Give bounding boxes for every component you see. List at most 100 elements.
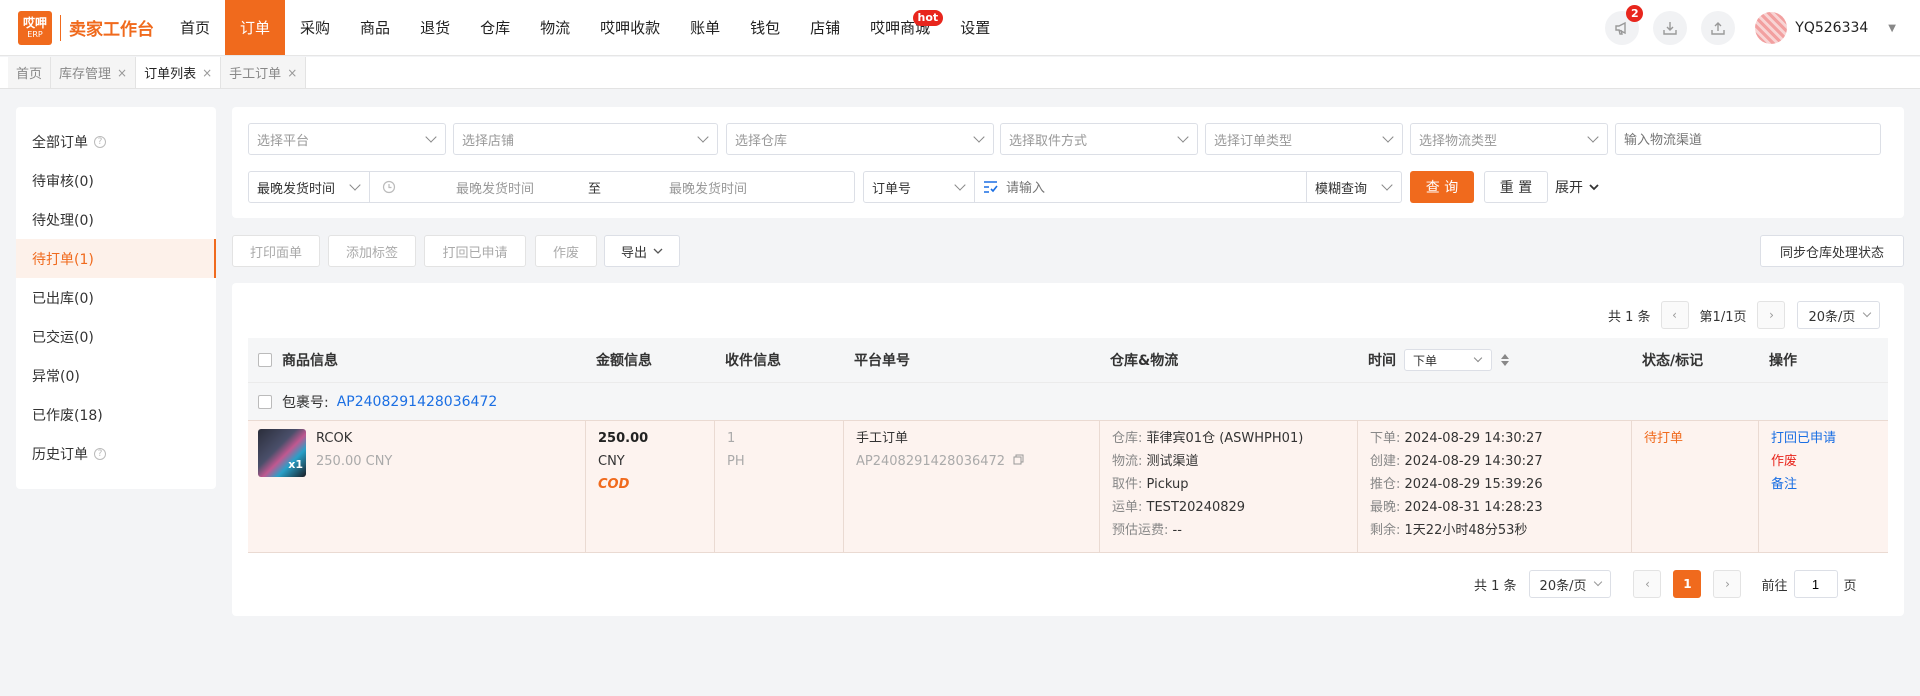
top-pagination: 共 1 条 ‹ 第1/1页 › 20条/页 xyxy=(1608,301,1881,329)
nav-logistics[interactable]: 物流 xyxy=(525,0,585,55)
order-type-select[interactable]: 选择订单类型 xyxy=(1205,123,1403,155)
sidebar-item-voided[interactable]: 已作废(18) xyxy=(16,395,216,434)
page-size-select[interactable]: 20条/页 xyxy=(1797,301,1881,329)
select-placeholder: 选择仓库 xyxy=(735,133,788,149)
prev-page-button[interactable]: ‹ xyxy=(1633,570,1662,598)
brand[interactable]: 哎呷 ERP 卖家工作台 xyxy=(0,0,165,55)
search-input[interactable] xyxy=(1006,179,1286,195)
warehouse-cell: 仓库: 菲律宾01仓 (ASWHPH01) 物流: 测试渠道 取件: Picku… xyxy=(1100,421,1358,552)
select-placeholder: 选择订单类型 xyxy=(1214,133,1293,149)
package-checkbox[interactable] xyxy=(258,394,272,409)
sidebar-item-handed-over[interactable]: 已交运(0) xyxy=(16,317,216,356)
match-mode-select[interactable]: 模糊查询 xyxy=(1306,171,1402,203)
goto-page-input[interactable] xyxy=(1793,570,1838,598)
logistics-channel-input[interactable] xyxy=(1615,123,1881,155)
package-number-link[interactable]: AP2408291428036472 xyxy=(337,394,498,410)
sort-icon[interactable] xyxy=(1500,352,1510,368)
help-icon[interactable]: ? xyxy=(94,135,106,148)
date-range-picker[interactable]: 最晚发货时间 至 最晚发货时间 xyxy=(369,171,855,203)
nav-shops[interactable]: 店铺 xyxy=(795,0,855,55)
copy-icon[interactable] xyxy=(1013,454,1024,465)
nav-returns[interactable]: 退货 xyxy=(405,0,465,55)
next-page-button[interactable]: › xyxy=(1757,301,1786,329)
search-input-wrap[interactable] xyxy=(974,171,1307,203)
download-button[interactable] xyxy=(1653,11,1688,45)
sidebar-item-shipped-out[interactable]: 已出库(0) xyxy=(16,278,216,317)
sidebar-item-all[interactable]: 全部订单 ? xyxy=(16,122,216,161)
chevron-down-icon xyxy=(425,131,437,143)
next-page-button[interactable]: › xyxy=(1713,570,1742,598)
username[interactable]: YQ526334 xyxy=(1795,20,1868,36)
nav-mall[interactable]: 哎呷商城 hot xyxy=(855,0,945,55)
nav-warehouse[interactable]: 仓库 xyxy=(465,0,525,55)
tab-home[interactable]: 首页 xyxy=(8,57,52,88)
chevron-down-icon xyxy=(1594,577,1603,587)
close-icon[interactable]: × xyxy=(117,66,127,80)
shop-select[interactable]: 选择店铺 xyxy=(453,123,718,155)
batch-list-icon[interactable] xyxy=(983,180,998,194)
tab-label: 首页 xyxy=(16,67,43,82)
void-button[interactable]: 作废 xyxy=(535,235,597,267)
sidebar-item-pending-process[interactable]: 待处理(0) xyxy=(16,200,216,239)
announcement-button[interactable]: 2 xyxy=(1605,5,1644,45)
deadline-time: 2024-08-31 14:28:23 xyxy=(1404,500,1543,515)
nav-orders[interactable]: 订单 xyxy=(225,0,286,55)
query-button[interactable]: 查 询 xyxy=(1410,171,1474,203)
tab-order-list[interactable]: 订单列表 × xyxy=(136,57,222,88)
sync-warehouse-status-button[interactable]: 同步仓库处理状态 xyxy=(1760,235,1904,267)
help-icon[interactable]: ? xyxy=(94,447,106,460)
receiver-country: PH xyxy=(727,454,745,469)
sidebar-item-exception[interactable]: 异常(0) xyxy=(16,356,216,395)
page-size-select[interactable]: 20条/页 xyxy=(1528,570,1612,598)
upload-button[interactable] xyxy=(1701,11,1736,45)
page-tabs: 首页 库存管理 × 订单列表 × 手工订单 × xyxy=(0,57,1920,89)
add-tag-button[interactable]: 添加标签 xyxy=(328,235,416,267)
platform-select[interactable]: 选择平台 xyxy=(248,123,446,155)
megaphone-icon xyxy=(1615,21,1626,35)
sidebar-item-history[interactable]: 历史订单 ? xyxy=(16,434,216,473)
time-sort-select[interactable]: 下单 xyxy=(1404,349,1492,371)
tab-manual-order[interactable]: 手工订单 × xyxy=(221,57,307,88)
warehouse-value: 菲律宾01仓 (ASWHPH01) xyxy=(1146,431,1304,446)
reset-button[interactable]: 重 置 xyxy=(1484,171,1548,203)
top-navbar: 哎呷 ERP 卖家工作台 首页 订单 采购 商品 退货 仓库 物流 哎呷收款 账… xyxy=(0,0,1920,56)
void-link[interactable]: 作废 xyxy=(1771,450,1876,473)
sidebar-item-pending-review[interactable]: 待审核(0) xyxy=(16,161,216,200)
avatar[interactable] xyxy=(1755,12,1788,44)
nav-wallet[interactable]: 钱包 xyxy=(735,0,795,55)
prev-page-button[interactable]: ‹ xyxy=(1660,301,1689,329)
remark-link[interactable]: 备注 xyxy=(1771,473,1876,496)
print-label-button[interactable]: 打印面单 xyxy=(232,235,320,267)
close-icon[interactable]: × xyxy=(202,66,212,80)
col-ops: 操作 xyxy=(1769,353,1797,369)
select-all-checkbox[interactable] xyxy=(258,353,272,367)
expand-toggle[interactable]: 展开 xyxy=(1555,171,1600,203)
caret-down-icon[interactable]: ▼ xyxy=(1888,23,1896,34)
pickup-method-select[interactable]: 选择取件方式 xyxy=(1000,123,1198,155)
total-count: 共 1 条 xyxy=(1474,578,1517,594)
recall-link[interactable]: 打回已申请 xyxy=(1771,427,1876,450)
search-field-select[interactable]: 订单号 xyxy=(863,171,975,203)
tab-inventory[interactable]: 库存管理 × xyxy=(51,57,137,88)
brand-title: 卖家工作台 xyxy=(69,20,154,40)
time-type-select[interactable]: 最晚发货时间 xyxy=(248,171,370,203)
warehouse-select[interactable]: 选择仓库 xyxy=(726,123,994,155)
nav-bills[interactable]: 账单 xyxy=(675,0,735,55)
sidebar-item-pending-print[interactable]: 待打单(1) xyxy=(16,239,216,278)
nav-payments[interactable]: 哎呷收款 xyxy=(585,0,675,55)
product-thumbnail[interactable]: x1 xyxy=(258,429,306,477)
logistics-type-select[interactable]: 选择物流类型 xyxy=(1410,123,1608,155)
date-start-placeholder[interactable]: 最晚发货时间 xyxy=(456,178,534,197)
close-icon[interactable]: × xyxy=(287,66,297,80)
col-time: 时间 xyxy=(1368,353,1396,369)
export-dropdown[interactable]: 导出 xyxy=(604,235,680,267)
receiver-qty: 1 xyxy=(727,431,736,446)
nav-purchase[interactable]: 采购 xyxy=(285,0,345,55)
recall-button[interactable]: 打回已申请 xyxy=(424,235,526,267)
page-number-button[interactable]: 1 xyxy=(1673,570,1702,598)
nav-home[interactable]: 首页 xyxy=(165,0,225,55)
nav-products[interactable]: 商品 xyxy=(345,0,405,55)
nav-settings[interactable]: 设置 xyxy=(945,0,1005,55)
date-end-placeholder[interactable]: 最晚发货时间 xyxy=(669,178,747,197)
pushed-label: 推仓: xyxy=(1370,477,1401,492)
